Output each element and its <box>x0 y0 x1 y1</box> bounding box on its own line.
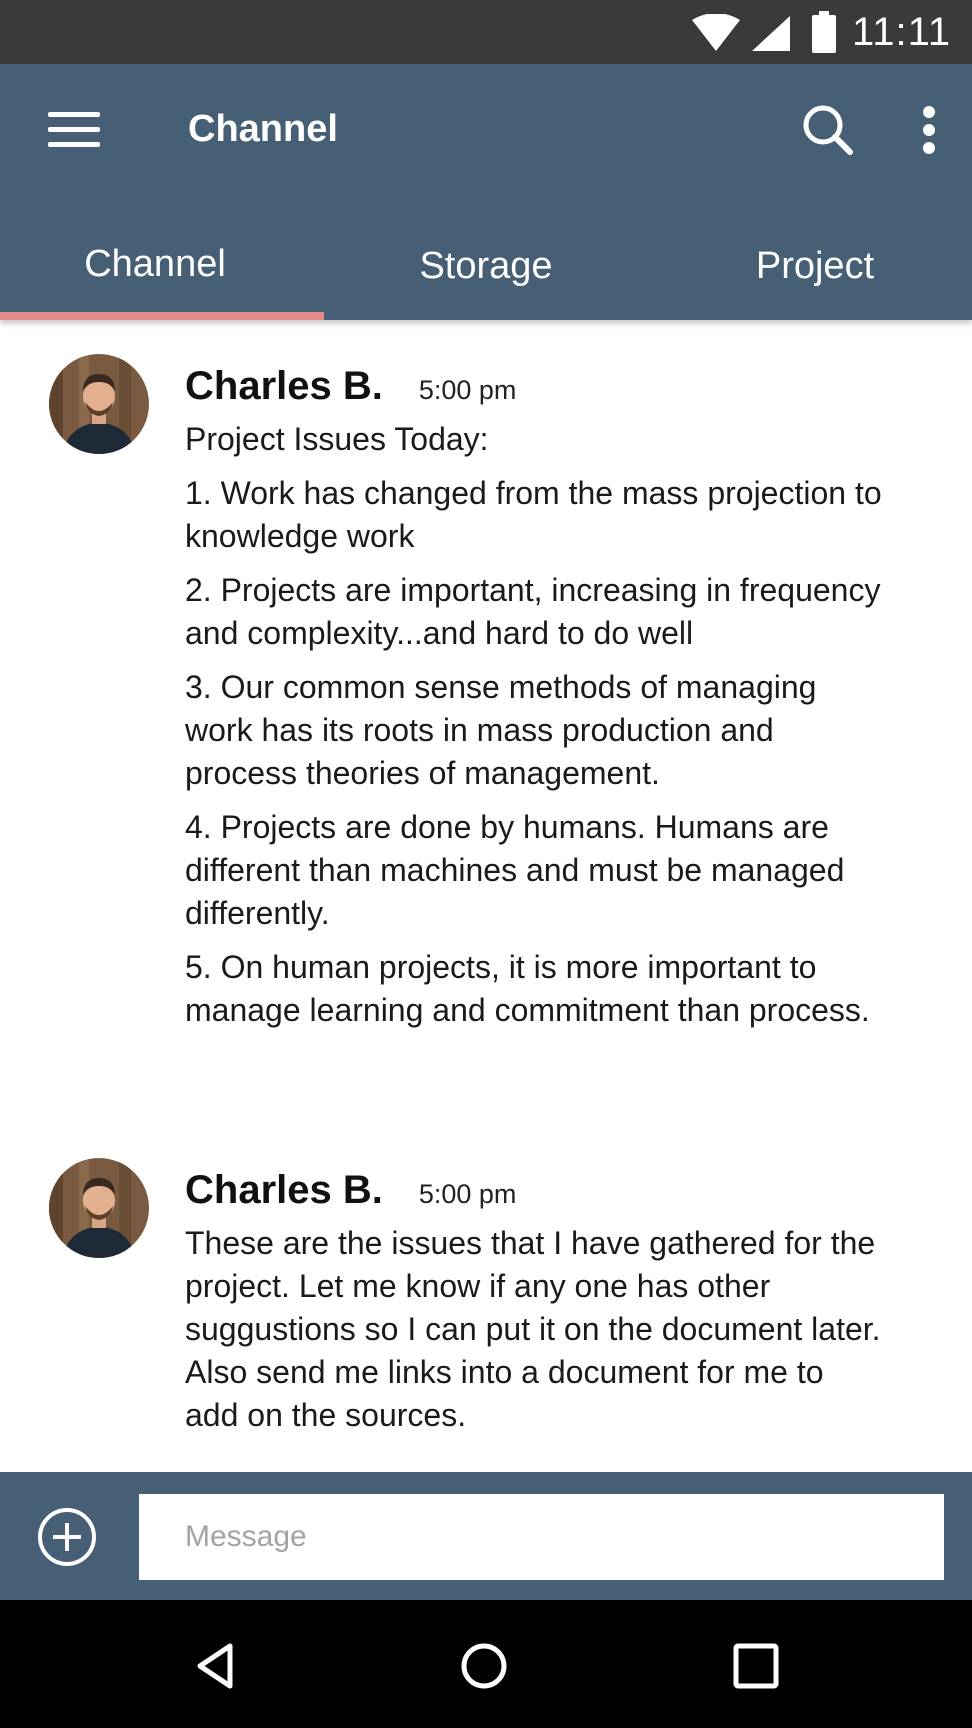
signal-icon <box>752 16 790 51</box>
message-body: Project Issues Today: 1. Work has change… <box>185 418 885 1043</box>
wifi-icon <box>692 14 740 51</box>
message-list[interactable]: Charles B. 5:00 pm Project Issues Today: … <box>0 320 972 1472</box>
tab-project[interactable]: Project <box>648 224 972 320</box>
active-tab-indicator <box>0 312 324 320</box>
system-nav-bar <box>0 1600 972 1728</box>
tab-channel[interactable]: Channel <box>0 224 324 320</box>
message-time: 5:00 pm <box>418 1179 517 1209</box>
page-title: Channel <box>188 108 338 150</box>
message-header: Charles B. 5:00 pm <box>185 1166 516 1214</box>
message-body: These are the issues that I have gathere… <box>185 1222 885 1448</box>
avatar[interactable] <box>49 1158 149 1258</box>
tab-storage[interactable]: Storage <box>324 224 648 320</box>
message-composer <box>0 1472 972 1600</box>
message-line: These are the issues that I have gathere… <box>185 1225 881 1433</box>
search-icon[interactable] <box>800 102 856 158</box>
add-circle-icon[interactable] <box>36 1506 98 1568</box>
app-bar: Channel Channel Storage Project <box>0 64 972 320</box>
message-line: 3. Our common sense methods of managing … <box>185 669 817 791</box>
app-screen: 11:11 Channel Channel Storage Project Ch… <box>0 0 972 1728</box>
status-time: 11:11 <box>852 10 952 54</box>
message-line: 1. Work has changed from the mass projec… <box>185 475 882 554</box>
message-input[interactable] <box>139 1494 944 1580</box>
back-icon[interactable] <box>186 1636 246 1696</box>
tab-bar: Channel Storage Project <box>0 224 972 320</box>
more-vertical-icon[interactable] <box>912 104 946 160</box>
home-icon[interactable] <box>454 1636 514 1696</box>
battery-icon <box>812 11 836 53</box>
message-header: Charles B. 5:00 pm <box>185 362 516 410</box>
sender-name[interactable]: Charles B. <box>185 364 383 408</box>
message-line: 4. Projects are done by humans. Humans a… <box>185 809 845 931</box>
message-line: 2. Projects are important, increasing in… <box>185 572 881 651</box>
message-line: Project Issues Today: <box>185 421 489 457</box>
recent-apps-icon[interactable] <box>726 1636 786 1696</box>
message-time: 5:00 pm <box>418 375 517 405</box>
status-bar: 11:11 <box>0 0 972 64</box>
menu-icon[interactable] <box>48 110 100 150</box>
message-line: 5. On human projects, it is more importa… <box>185 949 870 1028</box>
sender-name[interactable]: Charles B. <box>185 1168 383 1212</box>
avatar[interactable] <box>49 354 149 454</box>
